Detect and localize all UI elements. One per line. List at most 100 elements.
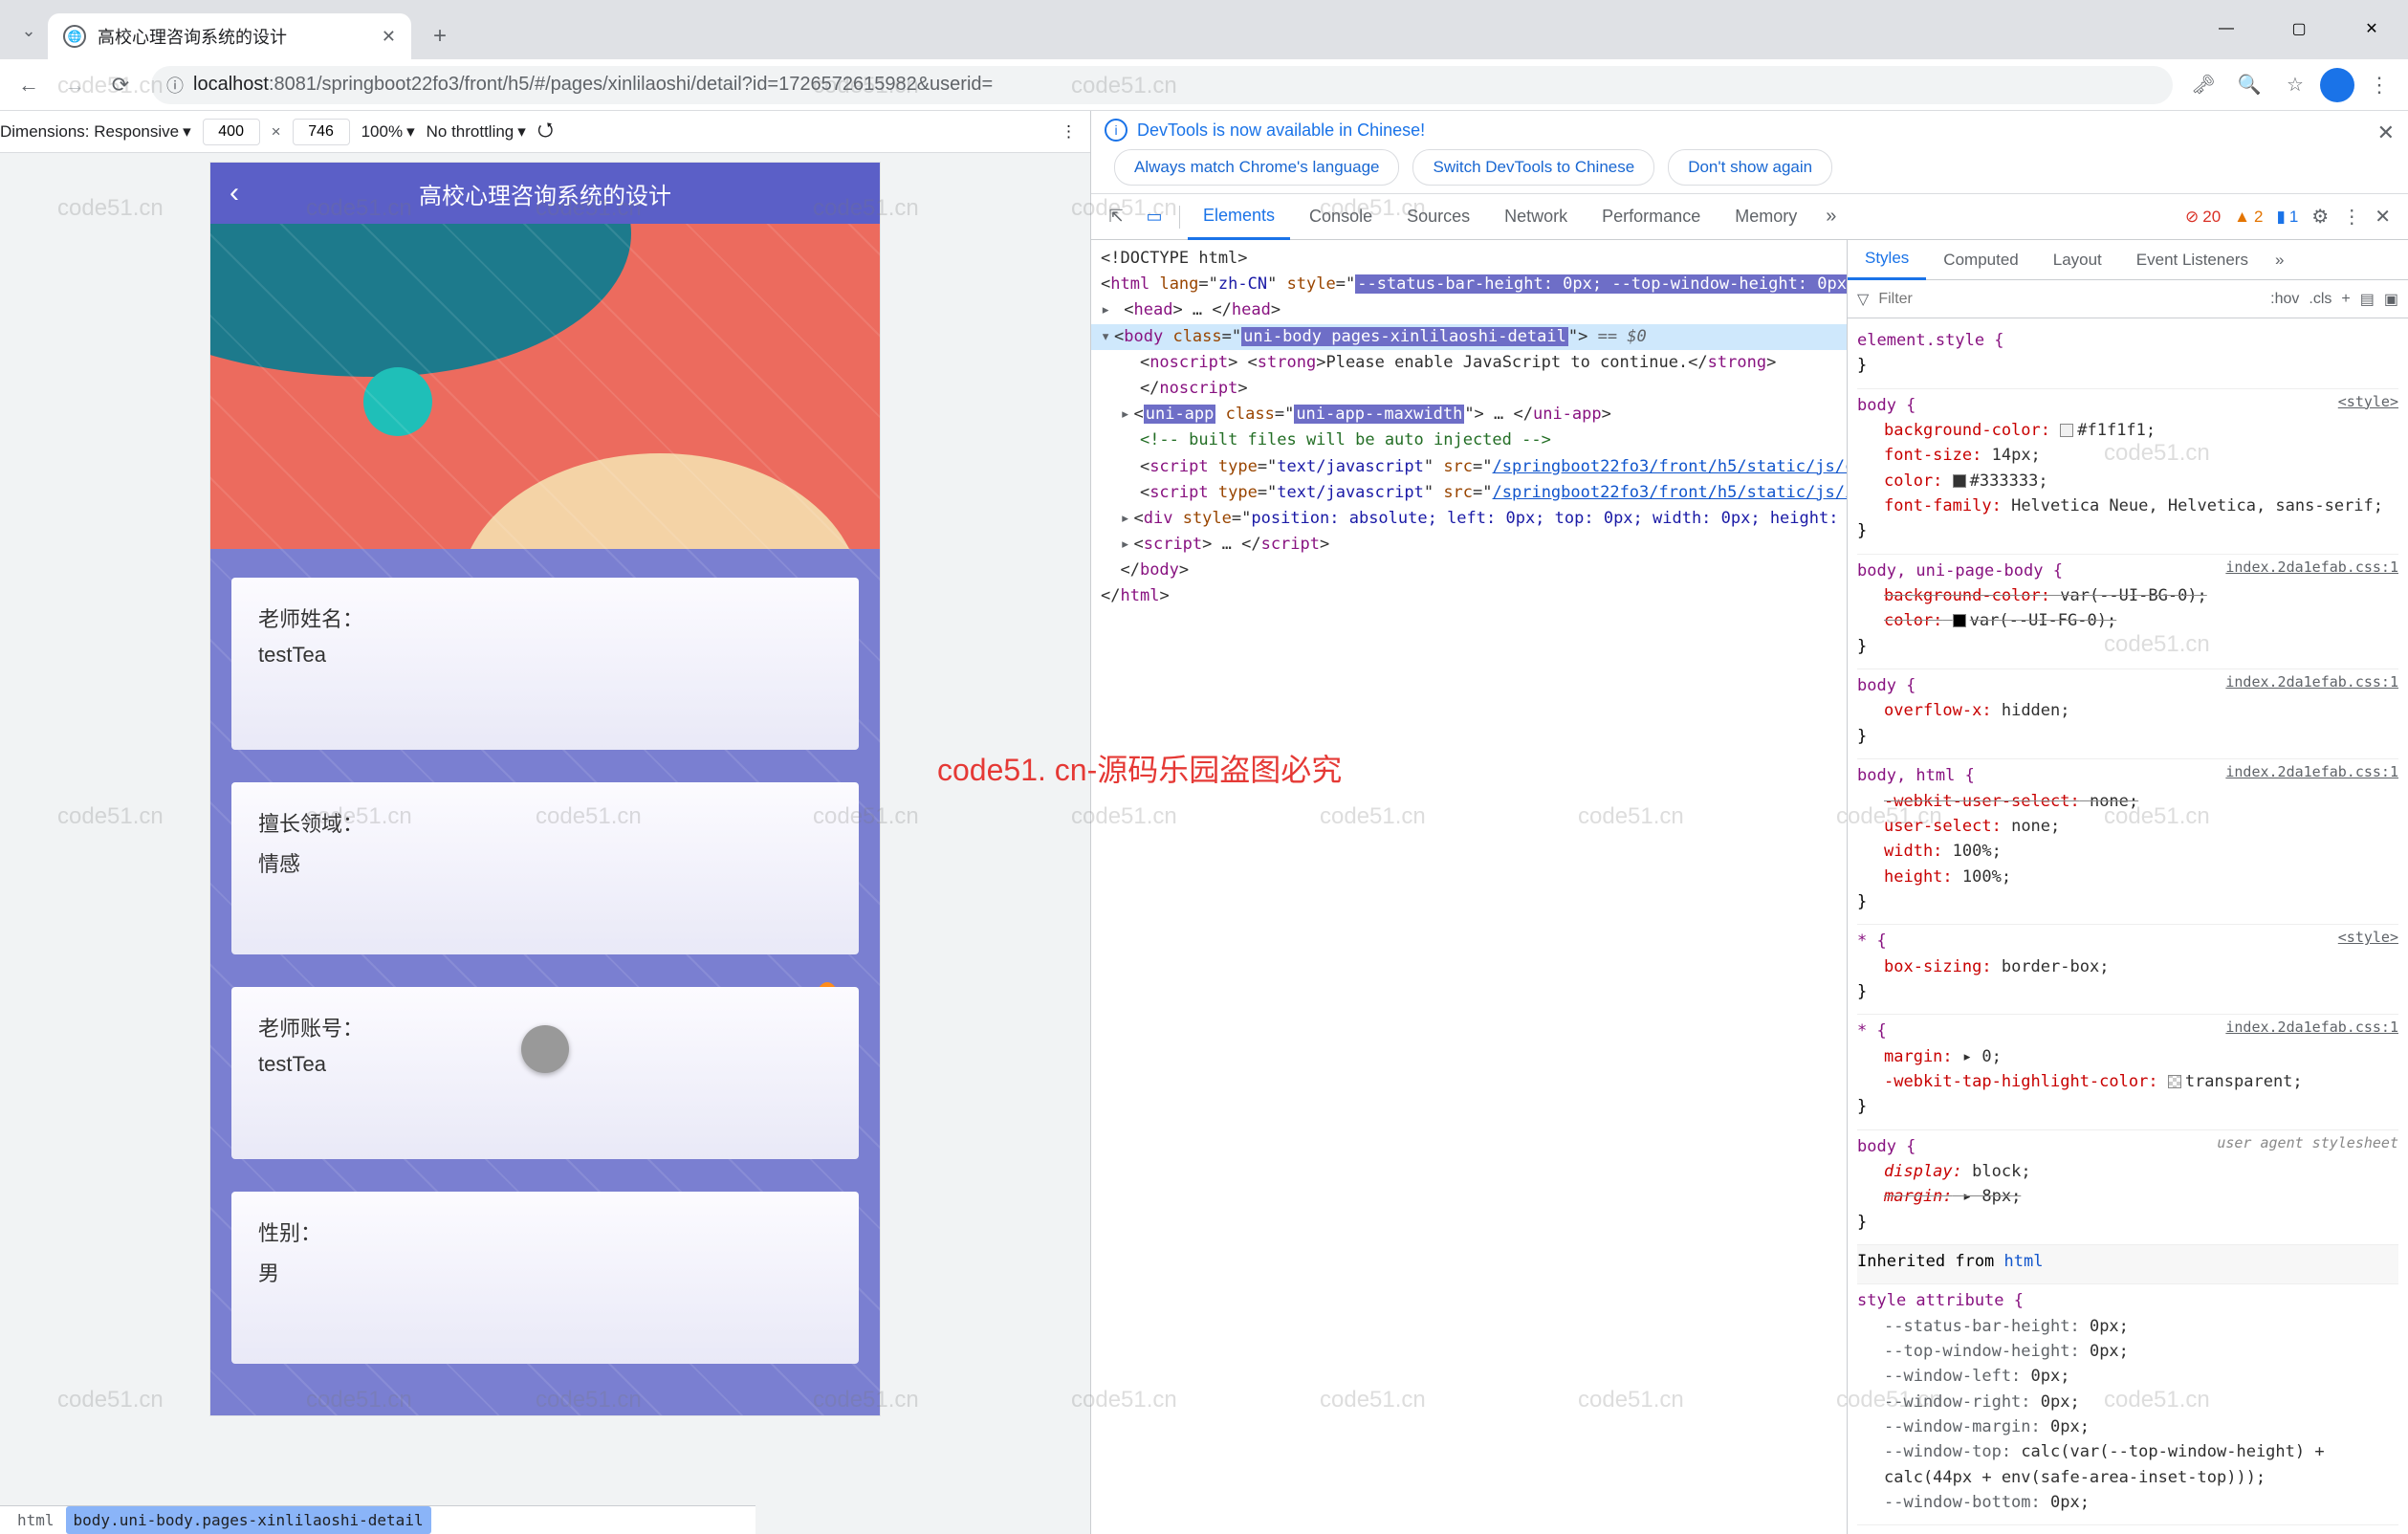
card-label: 性别： <box>258 1216 832 1247</box>
zoom-select[interactable]: 100% ▾ <box>361 122 415 142</box>
dom-node-selected[interactable]: ▾<body class="uni-body pages-xinlilaoshi… <box>1091 324 1847 350</box>
back-button[interactable]: ← <box>8 64 50 106</box>
devtools-tabs: ⇱ ▭ Elements Console Sources Network Per… <box>1091 194 2408 240</box>
dom-node[interactable]: <script type="text/javascript" src="/spr… <box>1091 454 1847 480</box>
tab-event-listeners[interactable]: Event Listeners <box>2119 240 2266 280</box>
always-match-button[interactable]: Always match Chrome's language <box>1114 149 1399 186</box>
tab-performance[interactable]: Performance <box>1587 194 1716 240</box>
width-input[interactable] <box>203 119 260 145</box>
floating-button[interactable] <box>521 1025 569 1073</box>
css-rule[interactable]: user agent stylesheet body { display: bl… <box>1857 1130 2398 1245</box>
styles-tabs-overflow[interactable]: » <box>2266 251 2293 270</box>
cls-toggle[interactable]: .cls <box>2309 291 2331 308</box>
rotate-icon[interactable]: ⭯ <box>537 116 554 148</box>
bookmark-icon[interactable]: ☆ <box>2274 64 2316 106</box>
print-media-icon[interactable]: ▤ <box>2360 290 2375 309</box>
minimize-button[interactable]: — <box>2190 8 2263 50</box>
hov-toggle[interactable]: :hov <box>2270 291 2299 308</box>
close-tab-icon[interactable]: ✕ <box>382 27 396 47</box>
dom-node[interactable]: </body> <box>1091 558 1847 583</box>
dom-tree[interactable]: <!DOCTYPE html> <html lang="zh-CN" style… <box>1091 240 1847 1534</box>
dom-node[interactable]: </html> <box>1091 583 1847 609</box>
styles-tabs: Styles Computed Layout Event Listeners » <box>1848 240 2408 280</box>
tab-styles[interactable]: Styles <box>1848 240 1926 280</box>
password-icon[interactable]: 🗝 <box>2182 64 2224 106</box>
height-input[interactable] <box>293 119 350 145</box>
tab-console[interactable]: Console <box>1294 194 1388 240</box>
tab-layout[interactable]: Layout <box>2036 240 2119 280</box>
dom-node[interactable]: <script type="text/javascript" src="/spr… <box>1091 480 1847 506</box>
tab-memory[interactable]: Memory <box>1719 194 1812 240</box>
dom-node[interactable]: ▸<div style="position: absolute; left: 0… <box>1091 506 1847 532</box>
css-rule[interactable]: <style> body { background-color: #f1f1f1… <box>1857 389 2398 555</box>
tabs-overflow-icon[interactable]: » <box>1816 206 1846 228</box>
dom-node[interactable]: ▸<uni-app class="uni-app--maxwidth"> … <… <box>1091 402 1847 427</box>
card-label: 擅长领域： <box>258 807 832 838</box>
css-rule[interactable]: style attribute { --status-bar-height: 0… <box>1857 1284 2398 1525</box>
dom-node[interactable]: <!DOCTYPE html> <box>1091 246 1847 272</box>
browser-tab[interactable]: 🌐 高校心理咨询系统的设计 ✕ <box>48 13 411 59</box>
tab-sources[interactable]: Sources <box>1391 194 1485 240</box>
device-toolbar-menu[interactable]: ⋮ <box>1061 122 1090 142</box>
issue-count[interactable]: ▮ 1 <box>2276 208 2298 227</box>
tab-network[interactable]: Network <box>1489 194 1583 240</box>
profile-avatar[interactable] <box>2320 68 2354 102</box>
throttling-select[interactable]: No throttling ▾ <box>427 122 526 142</box>
css-rule[interactable]: index.2da1efab.css:1 * { margin: ▸ 0; -w… <box>1857 1015 2398 1129</box>
device-toggle-icon[interactable]: ▭ <box>1137 200 1171 234</box>
detail-card: 擅长领域： 情感 <box>231 782 859 954</box>
zoom-icon[interactable]: 🔍 <box>2228 64 2270 106</box>
by-label: × <box>272 122 281 142</box>
globe-icon: 🌐 <box>63 25 86 48</box>
css-rule[interactable]: <style> * { box-sizing: border-box; } <box>1857 925 2398 1015</box>
reload-button[interactable]: ⟳ <box>99 64 142 106</box>
devtools-menu-icon[interactable]: ⋮ <box>2342 205 2361 229</box>
responsive-preview-panel: Dimensions: Responsive ▾ × 100% ▾ No thr… <box>0 111 1090 1534</box>
inspect-icon[interactable]: ⇱ <box>1099 200 1133 234</box>
dom-node[interactable]: <html lang="zh-CN" style="--status-bar-h… <box>1091 272 1847 297</box>
site-info-icon[interactable]: ⓘ <box>166 73 184 98</box>
tab-search-button[interactable]: ⌄ <box>10 11 48 50</box>
computed-toggle-icon[interactable]: ▣ <box>2384 290 2398 309</box>
css-rule[interactable]: index.2da1efab.css:1 body, uni-page-body… <box>1857 555 2398 669</box>
styles-rules[interactable]: element.style {} <style> body { backgrou… <box>1848 318 2408 1534</box>
dom-node[interactable]: ▸ <head> … </head> <box>1091 297 1847 323</box>
banner-close-icon[interactable]: ✕ <box>2377 121 2395 145</box>
url-text: localhost:8081/springboot22fo3/front/h5/… <box>193 74 993 96</box>
chrome-menu-button[interactable]: ⋮ <box>2358 64 2400 106</box>
css-rule[interactable]: index.2da1efab.css:1 body, html { -webki… <box>1857 759 2398 925</box>
dont-show-button[interactable]: Don't show again <box>1668 149 1832 186</box>
detail-card: 老师姓名： testTea <box>231 578 859 750</box>
detail-card: 性别： 男 <box>231 1192 859 1364</box>
url-bar: ← → ⟳ ⓘ localhost:8081/springboot22fo3/f… <box>0 59 2408 111</box>
gear-icon[interactable]: ⚙ <box>2311 205 2329 229</box>
dom-node[interactable]: <noscript> <strong>Please enable JavaScr… <box>1091 350 1847 376</box>
card-value: testTea <box>258 643 832 668</box>
address-bar[interactable]: ⓘ localhost:8081/springboot22fo3/front/h… <box>151 66 2173 104</box>
close-window-button[interactable]: ✕ <box>2335 8 2408 50</box>
filter-icon: ▽ <box>1857 290 1869 309</box>
tab-elements[interactable]: Elements <box>1188 194 1290 240</box>
error-count[interactable]: ⊘ 20 <box>2185 208 2221 227</box>
app-back-icon[interactable]: ‹ <box>230 177 239 209</box>
dimensions-select[interactable]: Dimensions: Responsive ▾ <box>0 122 191 142</box>
warning-count[interactable]: ▲ 2 <box>2234 208 2263 227</box>
app-title: 高校心理咨询系统的设计 <box>258 177 832 210</box>
devtools-close-icon[interactable]: ✕ <box>2375 205 2391 229</box>
switch-devtools-button[interactable]: Switch DevTools to Chinese <box>1412 149 1654 186</box>
device-toolbar: Dimensions: Responsive ▾ × 100% ▾ No thr… <box>0 111 1090 153</box>
maximize-button[interactable]: ▢ <box>2263 8 2335 50</box>
forward-button[interactable]: → <box>54 64 96 106</box>
dom-node[interactable]: </noscript> <box>1091 376 1847 402</box>
dom-node[interactable]: <!-- built files will be auto injected -… <box>1091 427 1847 453</box>
dom-node[interactable]: ▸<script> … </script> <box>1091 532 1847 558</box>
info-icon: i <box>1105 119 1127 142</box>
app-header: ‹ 高校心理咨询系统的设计 <box>210 163 880 224</box>
tab-computed[interactable]: Computed <box>1926 240 2035 280</box>
new-rule-icon[interactable]: + <box>2341 291 2350 308</box>
css-rule[interactable]: element.style {} <box>1857 324 2398 389</box>
styles-filter-input[interactable] <box>1878 291 2261 308</box>
css-rule[interactable]: index.2da1efab.css:1 body { overflow-x: … <box>1857 669 2398 759</box>
card-value: 男 <box>258 1257 832 1287</box>
new-tab-button[interactable]: + <box>421 17 459 55</box>
